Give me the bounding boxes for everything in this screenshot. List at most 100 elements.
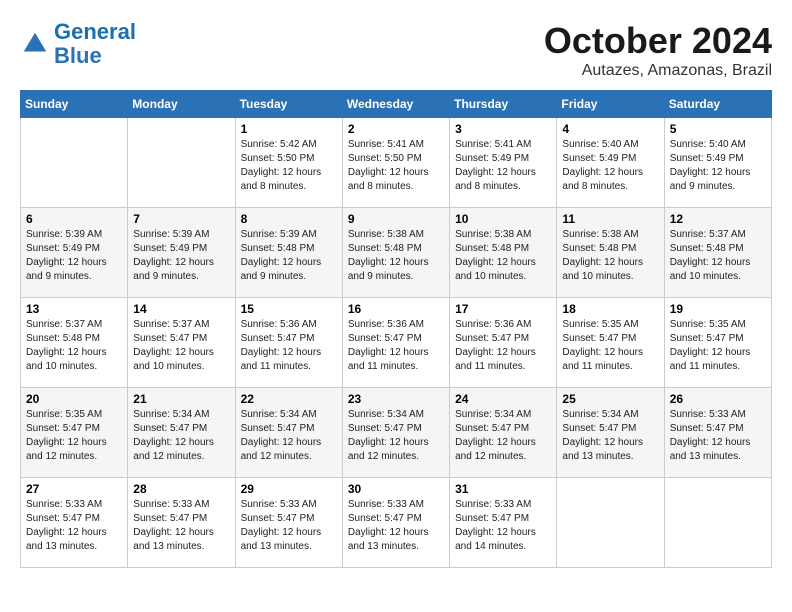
day-number: 19 [670, 302, 766, 316]
day-detail: Sunrise: 5:38 AM Sunset: 5:48 PM Dayligh… [348, 228, 444, 284]
week-row-2: 13Sunrise: 5:37 AM Sunset: 5:48 PM Dayli… [21, 298, 772, 388]
logo-line2: Blue [54, 43, 102, 68]
day-number: 20 [26, 392, 122, 406]
day-detail: Sunrise: 5:34 AM Sunset: 5:47 PM Dayligh… [133, 408, 229, 464]
calendar-cell: 11 Sunrise: 5:38 AM Sunset: 5:48 PM Dayli… [557, 208, 664, 298]
calendar-cell: 1Sunrise: 5:42 AM Sunset: 5:50 PM Daylig… [235, 118, 342, 208]
day-detail: Sunrise: 5:33 AM Sunset: 5:47 PM Dayligh… [133, 498, 229, 554]
calendar-cell: 5Sunrise: 5:40 AM Sunset: 5:49 PM Daylig… [664, 118, 771, 208]
calendar-cell: 27 Sunrise: 5:33 AM Sunset: 5:47 PM Dayli… [21, 478, 128, 568]
day-detail: Sunrise: 5:33 AM Sunset: 5:47 PM Dayligh… [455, 498, 551, 554]
header-wednesday: Wednesday [342, 91, 449, 118]
day-number: 9 [348, 212, 444, 226]
day-number: 21 [133, 392, 229, 406]
day-number: 10 [455, 212, 551, 226]
logo-icon [20, 29, 50, 59]
calendar-cell: 7 Sunrise: 5:39 AM Sunset: 5:49 PM Daylig… [128, 208, 235, 298]
calendar-cell: 3 Sunrise: 5:41 AM Sunset: 5:49 PM Daylig… [450, 118, 557, 208]
day-number: 25 [562, 392, 658, 406]
day-number: 1 [241, 122, 337, 136]
header-friday: Friday [557, 91, 664, 118]
day-number: 16 [348, 302, 444, 316]
day-number: 18 [562, 302, 658, 316]
weekday-header-row: Sunday Monday Tuesday Wednesday Thursday… [21, 91, 772, 118]
day-number: 12 [670, 212, 766, 226]
calendar-cell [557, 478, 664, 568]
calendar-cell [128, 118, 235, 208]
header-tuesday: Tuesday [235, 91, 342, 118]
calendar-cell: 16 Sunrise: 5:36 AM Sunset: 5:47 PM Dayli… [342, 298, 449, 388]
day-detail: Sunrise: 5:35 AM Sunset: 5:47 PM Dayligh… [562, 318, 658, 374]
day-detail: Sunrise: 5:35 AM Sunset: 5:47 PM Dayligh… [26, 408, 122, 464]
logo-line1: General [54, 19, 136, 44]
calendar-cell: 6Sunrise: 5:39 AM Sunset: 5:49 PM Daylig… [21, 208, 128, 298]
header: General Blue October 2024 Autazes, Amazo… [20, 20, 772, 80]
header-saturday: Saturday [664, 91, 771, 118]
calendar-cell: 22 Sunrise: 5:34 AM Sunset: 5:47 PM Dayli… [235, 388, 342, 478]
day-number: 27 [26, 482, 122, 496]
calendar-cell: 9 Sunrise: 5:38 AM Sunset: 5:48 PM Daylig… [342, 208, 449, 298]
calendar-cell: 20 Sunrise: 5:35 AM Sunset: 5:47 PM Dayli… [21, 388, 128, 478]
month-title: October 2024 [544, 20, 772, 62]
day-detail: Sunrise: 5:33 AM Sunset: 5:47 PM Dayligh… [26, 498, 122, 554]
header-thursday: Thursday [450, 91, 557, 118]
calendar-cell: 12 Sunrise: 5:37 AM Sunset: 5:48 PM Dayli… [664, 208, 771, 298]
calendar-cell: 15 Sunrise: 5:36 AM Sunset: 5:47 PM Dayli… [235, 298, 342, 388]
day-number: 29 [241, 482, 337, 496]
calendar-cell [664, 478, 771, 568]
day-detail: Sunrise: 5:35 AM Sunset: 5:47 PM Dayligh… [670, 318, 766, 374]
calendar-cell: 31 Sunrise: 5:33 AM Sunset: 5:47 PM Dayli… [450, 478, 557, 568]
calendar-cell: 18 Sunrise: 5:35 AM Sunset: 5:47 PM Dayli… [557, 298, 664, 388]
logo-text: General Blue [54, 20, 136, 68]
day-number: 3 [455, 122, 551, 136]
day-number: 22 [241, 392, 337, 406]
day-detail: Sunrise: 5:36 AM Sunset: 5:47 PM Dayligh… [241, 318, 337, 374]
day-detail: Sunrise: 5:39 AM Sunset: 5:49 PM Dayligh… [133, 228, 229, 284]
day-number: 15 [241, 302, 337, 316]
day-number: 11 [562, 212, 658, 226]
day-detail: Sunrise: 5:41 AM Sunset: 5:50 PM Dayligh… [348, 138, 444, 194]
day-number: 24 [455, 392, 551, 406]
calendar-cell: 4Sunrise: 5:40 AM Sunset: 5:49 PM Daylig… [557, 118, 664, 208]
calendar-table: Sunday Monday Tuesday Wednesday Thursday… [20, 90, 772, 568]
day-detail: Sunrise: 5:41 AM Sunset: 5:49 PM Dayligh… [455, 138, 551, 194]
calendar-cell: 13Sunrise: 5:37 AM Sunset: 5:48 PM Dayli… [21, 298, 128, 388]
day-detail: Sunrise: 5:39 AM Sunset: 5:48 PM Dayligh… [241, 228, 337, 284]
calendar-cell: 30Sunrise: 5:33 AM Sunset: 5:47 PM Dayli… [342, 478, 449, 568]
week-row-1: 6 Sunrise: 5:39 AM Sunset: 5:49 PM Daylig… [21, 208, 772, 298]
day-number: 14 [133, 302, 229, 316]
title-area: October 2024 Autazes, Amazonas, Brazil [544, 20, 772, 80]
day-detail: Sunrise: 5:33 AM Sunset: 5:47 PM Dayligh… [670, 408, 766, 464]
day-detail: Sunrise: 5:34 AM Sunset: 5:47 PM Dayligh… [241, 408, 337, 464]
location-title: Autazes, Amazonas, Brazil [544, 62, 772, 80]
calendar-cell: 21 Sunrise: 5:34 AM Sunset: 5:47 PM Dayli… [128, 388, 235, 478]
day-detail: Sunrise: 5:34 AM Sunset: 5:47 PM Dayligh… [348, 408, 444, 464]
calendar-cell: 19 Sunrise: 5:35 AM Sunset: 5:47 PM Dayli… [664, 298, 771, 388]
day-number: 4 [562, 122, 658, 136]
day-number: 28 [133, 482, 229, 496]
day-number: 7 [133, 212, 229, 226]
day-number: 6 [26, 212, 122, 226]
day-detail: Sunrise: 5:36 AM Sunset: 5:47 PM Dayligh… [455, 318, 551, 374]
calendar-cell: 8Sunrise: 5:39 AM Sunset: 5:48 PM Daylig… [235, 208, 342, 298]
day-number: 31 [455, 482, 551, 496]
day-detail: Sunrise: 5:38 AM Sunset: 5:48 PM Dayligh… [562, 228, 658, 284]
calendar-cell: 23 Sunrise: 5:34 AM Sunset: 5:47 PM Dayli… [342, 388, 449, 478]
week-row-4: 27 Sunrise: 5:33 AM Sunset: 5:47 PM Dayli… [21, 478, 772, 568]
day-number: 23 [348, 392, 444, 406]
calendar-cell: 2 Sunrise: 5:41 AM Sunset: 5:50 PM Daylig… [342, 118, 449, 208]
logo: General Blue [20, 20, 136, 68]
day-detail: Sunrise: 5:36 AM Sunset: 5:47 PM Dayligh… [348, 318, 444, 374]
day-detail: Sunrise: 5:37 AM Sunset: 5:48 PM Dayligh… [670, 228, 766, 284]
calendar-cell: 25 Sunrise: 5:34 AM Sunset: 5:47 PM Dayli… [557, 388, 664, 478]
calendar-cell: 10 Sunrise: 5:38 AM Sunset: 5:48 PM Dayli… [450, 208, 557, 298]
day-number: 2 [348, 122, 444, 136]
day-detail: Sunrise: 5:34 AM Sunset: 5:47 PM Dayligh… [455, 408, 551, 464]
day-detail: Sunrise: 5:38 AM Sunset: 5:48 PM Dayligh… [455, 228, 551, 284]
calendar-cell: 24 Sunrise: 5:34 AM Sunset: 5:47 PM Dayli… [450, 388, 557, 478]
day-number: 26 [670, 392, 766, 406]
day-detail: Sunrise: 5:34 AM Sunset: 5:47 PM Dayligh… [562, 408, 658, 464]
header-monday: Monday [128, 91, 235, 118]
day-detail: Sunrise: 5:40 AM Sunset: 5:49 PM Dayligh… [670, 138, 766, 194]
day-number: 17 [455, 302, 551, 316]
